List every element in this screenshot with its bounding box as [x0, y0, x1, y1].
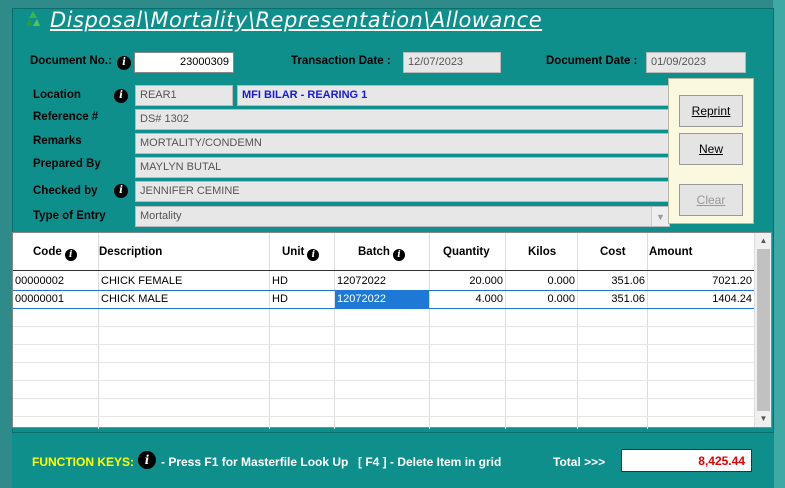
row-divider	[13, 344, 755, 345]
row-divider	[13, 416, 755, 417]
button-panel: Reprint New Clear	[668, 78, 754, 224]
cell-code[interactable]: 00000001	[13, 291, 98, 308]
cell-batch[interactable]: 12072022	[335, 273, 429, 290]
cell-cost[interactable]: 351.06	[578, 273, 647, 290]
reference-field[interactable]: DS# 1302	[135, 109, 670, 130]
remarks-field[interactable]: MORTALITY/CONDEMN	[135, 133, 670, 154]
column-header-cost[interactable]: Cost	[600, 233, 626, 271]
footer-bar: FUNCTION KEYS: i - Press F1 for Masterfi…	[12, 432, 774, 488]
cell-unit[interactable]: HD	[270, 273, 334, 290]
prepared-by-label: Prepared By	[33, 158, 101, 170]
scrollbar-thumb[interactable]	[757, 249, 770, 411]
table-row[interactable]: 00000001 CHICK MALE HD 12072022 4.000 0.…	[13, 291, 755, 308]
row-divider	[13, 380, 755, 381]
row-divider	[13, 398, 755, 399]
reference-label: Reference #	[33, 111, 99, 123]
cell-quantity[interactable]: 20.000	[430, 273, 505, 290]
clear-button[interactable]: Clear	[679, 184, 743, 216]
vertical-scrollbar[interactable]: ▲ ▼	[754, 233, 771, 427]
type-of-entry-select[interactable]: Mortality ▼	[135, 206, 670, 227]
cell-unit[interactable]: HD	[270, 291, 334, 308]
column-header-kilos[interactable]: Kilos	[528, 233, 556, 271]
cell-kilos[interactable]: 0.000	[506, 291, 577, 308]
cell-kilos[interactable]: 0.000	[506, 273, 577, 290]
function-keys-label: FUNCTION KEYS:	[32, 455, 134, 469]
info-icon: i	[138, 451, 156, 469]
window-edge	[773, 0, 785, 488]
checked-by-label: Checked by	[33, 185, 98, 197]
column-header-amount[interactable]: Amount	[649, 233, 692, 271]
info-icon[interactable]: i	[307, 249, 320, 261]
cell-quantity[interactable]: 4.000	[430, 291, 505, 308]
document-no-field[interactable]: 23000309	[134, 52, 234, 73]
recycle-icon	[23, 10, 43, 30]
total-label: Total >>>	[553, 455, 606, 469]
cell-description[interactable]: CHICK MALE	[99, 291, 269, 308]
location-name-field: MFI BILAR - REARING 1	[237, 85, 670, 106]
column-header-quantity[interactable]: Quantity	[443, 233, 490, 271]
type-of-entry-label: Type of Entry	[33, 210, 106, 222]
row-divider	[13, 326, 755, 327]
new-button[interactable]: New	[679, 133, 743, 165]
checked-by-field[interactable]: JENNIFER CEMINE	[135, 181, 670, 202]
cell-batch-selected[interactable]: 12072022	[335, 291, 429, 308]
chevron-up-icon[interactable]: ▲	[755, 233, 772, 249]
grid-header: Code i Description Unit i Batch i Quantity …	[13, 233, 755, 271]
info-icon[interactable]: i	[392, 249, 405, 261]
remarks-label: Remarks	[33, 135, 82, 147]
column-header-code[interactable]: Code i	[33, 233, 77, 271]
document-date-field[interactable]: 01/09/2023	[646, 52, 746, 73]
cell-description[interactable]: CHICK FEMALE	[99, 273, 269, 290]
total-value: 8,425.44	[621, 449, 752, 472]
prepared-by-field[interactable]: MAYLYN BUTAL	[135, 157, 670, 178]
window: Disposal\Mortality\Representation\Allowa…	[0, 0, 785, 488]
cell-code[interactable]: 00000002	[13, 273, 98, 290]
info-icon[interactable]: i	[114, 184, 128, 198]
reprint-button[interactable]: Reprint	[679, 95, 743, 127]
document-date-label: Document Date :	[546, 55, 638, 67]
row-divider	[13, 362, 755, 363]
info-icon[interactable]: i	[117, 56, 131, 70]
info-icon[interactable]: i	[64, 249, 77, 261]
page-title: Disposal\Mortality\Representation\Allowa…	[22, 8, 542, 32]
title-text: Disposal\Mortality\Representation\Allowa…	[50, 8, 543, 32]
hint-f4: [ F4 ] - Delete Item in grid	[358, 455, 502, 469]
hint-f1: - Press F1 for Masterfile Look Up	[161, 455, 349, 469]
location-code-field[interactable]: REAR1	[135, 85, 233, 106]
location-label: Location	[33, 89, 81, 101]
table-row[interactable]: 00000002 CHICK FEMALE HD 12072022 20.000…	[13, 273, 755, 290]
info-icon[interactable]: i	[114, 89, 128, 103]
transaction-date-field[interactable]: 12/07/2023	[403, 52, 501, 73]
items-grid[interactable]: Code i Description Unit i Batch i Quantity …	[12, 232, 772, 429]
column-header-description[interactable]: Description	[99, 233, 162, 271]
transaction-date-label: Transaction Date :	[291, 55, 391, 67]
cell-amount[interactable]: 1404.24	[648, 291, 754, 308]
chevron-down-icon[interactable]: ▼	[651, 207, 669, 226]
chevron-down-icon[interactable]: ▼	[755, 411, 772, 427]
type-of-entry-value: Mortality	[140, 210, 182, 222]
cell-cost[interactable]: 351.06	[578, 291, 647, 308]
document-no-label: Document No.:	[30, 55, 112, 67]
cell-amount[interactable]: 7021.20	[648, 273, 754, 290]
column-header-batch[interactable]: Batch i	[358, 233, 405, 271]
column-header-unit[interactable]: Unit i	[282, 233, 320, 271]
row-divider	[13, 308, 755, 309]
